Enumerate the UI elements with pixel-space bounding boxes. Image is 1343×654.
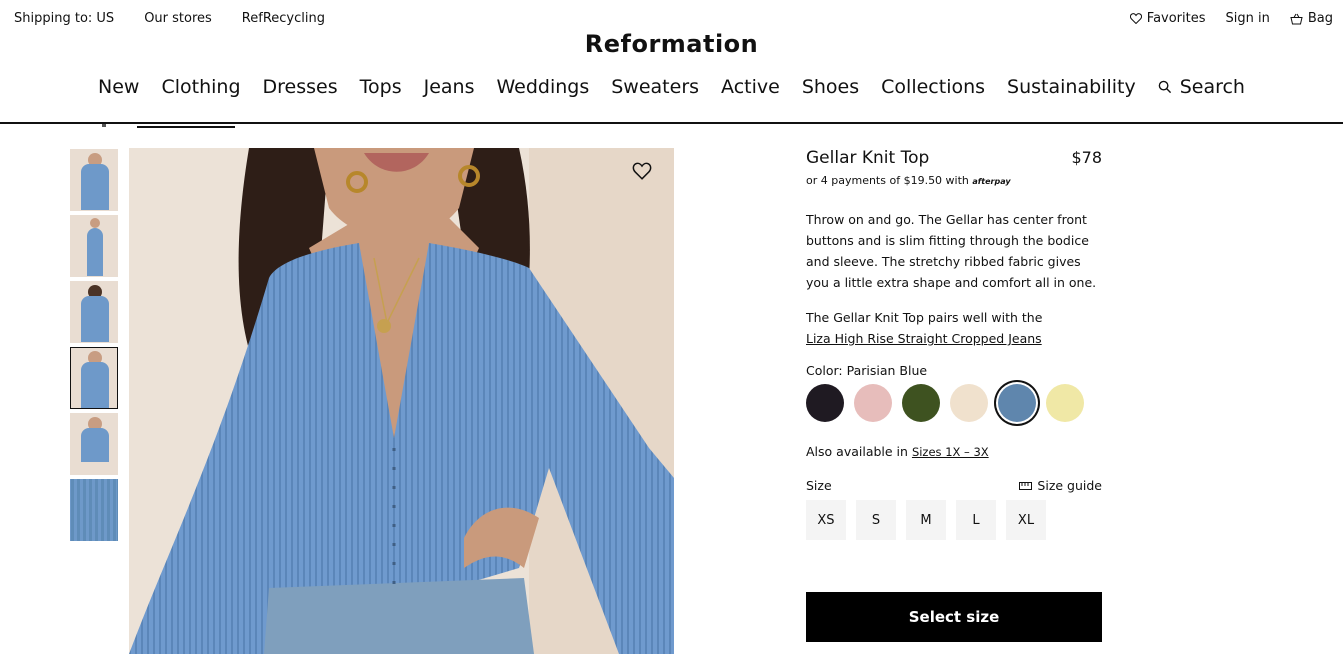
thumb-model-top bbox=[81, 296, 109, 342]
thumb-model-top bbox=[81, 164, 109, 210]
product-title: Gellar Knit Top bbox=[806, 148, 930, 168]
add-to-favorites-button[interactable] bbox=[632, 162, 658, 188]
product-photo-illustration bbox=[129, 148, 674, 654]
nav-item-clothing[interactable]: Clothing bbox=[161, 76, 240, 98]
thumb-model-head bbox=[90, 218, 100, 228]
color-swatch[interactable] bbox=[806, 384, 844, 422]
main-nav: New Clothing Dresses Tops Jeans Weddings… bbox=[0, 76, 1343, 98]
search-icon bbox=[1158, 80, 1171, 94]
nav-item-tops[interactable]: Tops bbox=[360, 76, 402, 98]
size-guide-label: Size guide bbox=[1037, 478, 1102, 493]
size-options: XS S M L XL bbox=[806, 500, 1102, 540]
nav-divider bbox=[0, 122, 1343, 124]
product-info: Gellar Knit Top $78 or 4 payments of $19… bbox=[806, 148, 1102, 540]
utility-left: Shipping to: US Our stores RefRecycling bbox=[14, 11, 325, 26]
thumbnail[interactable] bbox=[70, 149, 118, 211]
pairs-link[interactable]: Liza High Rise Straight Cropped Jeans bbox=[806, 331, 1042, 346]
size-option[interactable]: S bbox=[856, 500, 896, 540]
size-option[interactable]: XL bbox=[1006, 500, 1046, 540]
afterpay-logo: afterpay bbox=[972, 177, 1011, 186]
ruler-icon bbox=[1019, 481, 1033, 490]
size-option[interactable]: M bbox=[906, 500, 946, 540]
breadcrumb-underline bbox=[137, 126, 235, 128]
color-swatch[interactable] bbox=[902, 384, 940, 422]
title-row: Gellar Knit Top $78 bbox=[806, 148, 1102, 168]
pairs-well-with: The Gellar Knit Top pairs well with the … bbox=[806, 307, 1102, 349]
product-image bbox=[129, 148, 674, 654]
heart-icon bbox=[632, 162, 652, 180]
thumbnail[interactable] bbox=[70, 413, 118, 475]
nav-search[interactable]: Search bbox=[1158, 76, 1245, 98]
bag-icon bbox=[1290, 13, 1303, 24]
payments-text: or 4 payments of $19.50 with bbox=[806, 174, 969, 187]
select-size-button[interactable]: Select size bbox=[806, 592, 1102, 642]
thumb-model-top bbox=[81, 428, 109, 462]
color-swatch[interactable] bbox=[950, 384, 988, 422]
thumbnail-fabric[interactable] bbox=[70, 479, 118, 541]
bag-label: Bag bbox=[1307, 11, 1333, 26]
nav-item-collections[interactable]: Collections bbox=[881, 76, 985, 98]
color-swatches bbox=[806, 384, 1102, 422]
size-guide-link[interactable]: Size guide bbox=[1019, 478, 1102, 493]
utility-right: Favorites Sign in Bag bbox=[1129, 11, 1333, 26]
color-swatch[interactable] bbox=[998, 384, 1036, 422]
size-label: Size bbox=[806, 478, 832, 493]
brand-logo[interactable]: Reformation bbox=[0, 30, 1343, 58]
extended-sizes: Also available in Sizes 1X – 3X bbox=[806, 444, 1102, 459]
breadcrumb-fragment bbox=[102, 124, 106, 127]
size-option[interactable]: L bbox=[956, 500, 996, 540]
nav-item-dresses[interactable]: Dresses bbox=[263, 76, 338, 98]
nav-item-new[interactable]: New bbox=[98, 76, 139, 98]
our-stores-link[interactable]: Our stores bbox=[144, 11, 212, 26]
thumbnail-active[interactable] bbox=[70, 347, 118, 409]
color-swatch[interactable] bbox=[1046, 384, 1084, 422]
thumbnail[interactable] bbox=[70, 215, 118, 277]
product-description: Throw on and go. The Gellar has center f… bbox=[806, 212, 1097, 290]
size-option[interactable]: XS bbox=[806, 500, 846, 540]
thumbnail[interactable] bbox=[70, 281, 118, 343]
sign-in-link[interactable]: Sign in bbox=[1226, 11, 1270, 26]
nav-item-weddings[interactable]: Weddings bbox=[496, 76, 589, 98]
also-available-text: Also available in bbox=[806, 444, 908, 459]
heart-icon bbox=[1129, 13, 1142, 24]
favorites-label: Favorites bbox=[1146, 11, 1206, 26]
nav-item-sweaters[interactable]: Sweaters bbox=[611, 76, 699, 98]
thumb-model-top bbox=[81, 362, 109, 408]
product-price: $78 bbox=[1071, 148, 1102, 167]
color-swatch[interactable] bbox=[854, 384, 892, 422]
afterpay-info: or 4 payments of $19.50 with afterpay bbox=[806, 174, 1102, 187]
bag-link[interactable]: Bag bbox=[1290, 11, 1333, 26]
pairs-text: The Gellar Knit Top pairs well with the bbox=[806, 310, 1043, 325]
nav-item-jeans[interactable]: Jeans bbox=[424, 76, 475, 98]
thumb-model-top bbox=[87, 228, 103, 276]
thumbnail-list bbox=[70, 149, 118, 545]
shipping-link[interactable]: Shipping to: US bbox=[14, 11, 114, 26]
nav-item-sustainability[interactable]: Sustainability bbox=[1007, 76, 1136, 98]
recycling-link[interactable]: RefRecycling bbox=[242, 11, 325, 26]
color-label: Color: Parisian Blue bbox=[806, 363, 928, 378]
favorites-link[interactable]: Favorites bbox=[1129, 11, 1206, 26]
size-header: Size Size guide bbox=[806, 478, 1102, 493]
nav-item-shoes[interactable]: Shoes bbox=[802, 76, 859, 98]
extended-sizes-link[interactable]: Sizes 1X – 3X bbox=[912, 445, 989, 459]
search-label: Search bbox=[1179, 76, 1245, 98]
nav-item-active[interactable]: Active bbox=[721, 76, 780, 98]
